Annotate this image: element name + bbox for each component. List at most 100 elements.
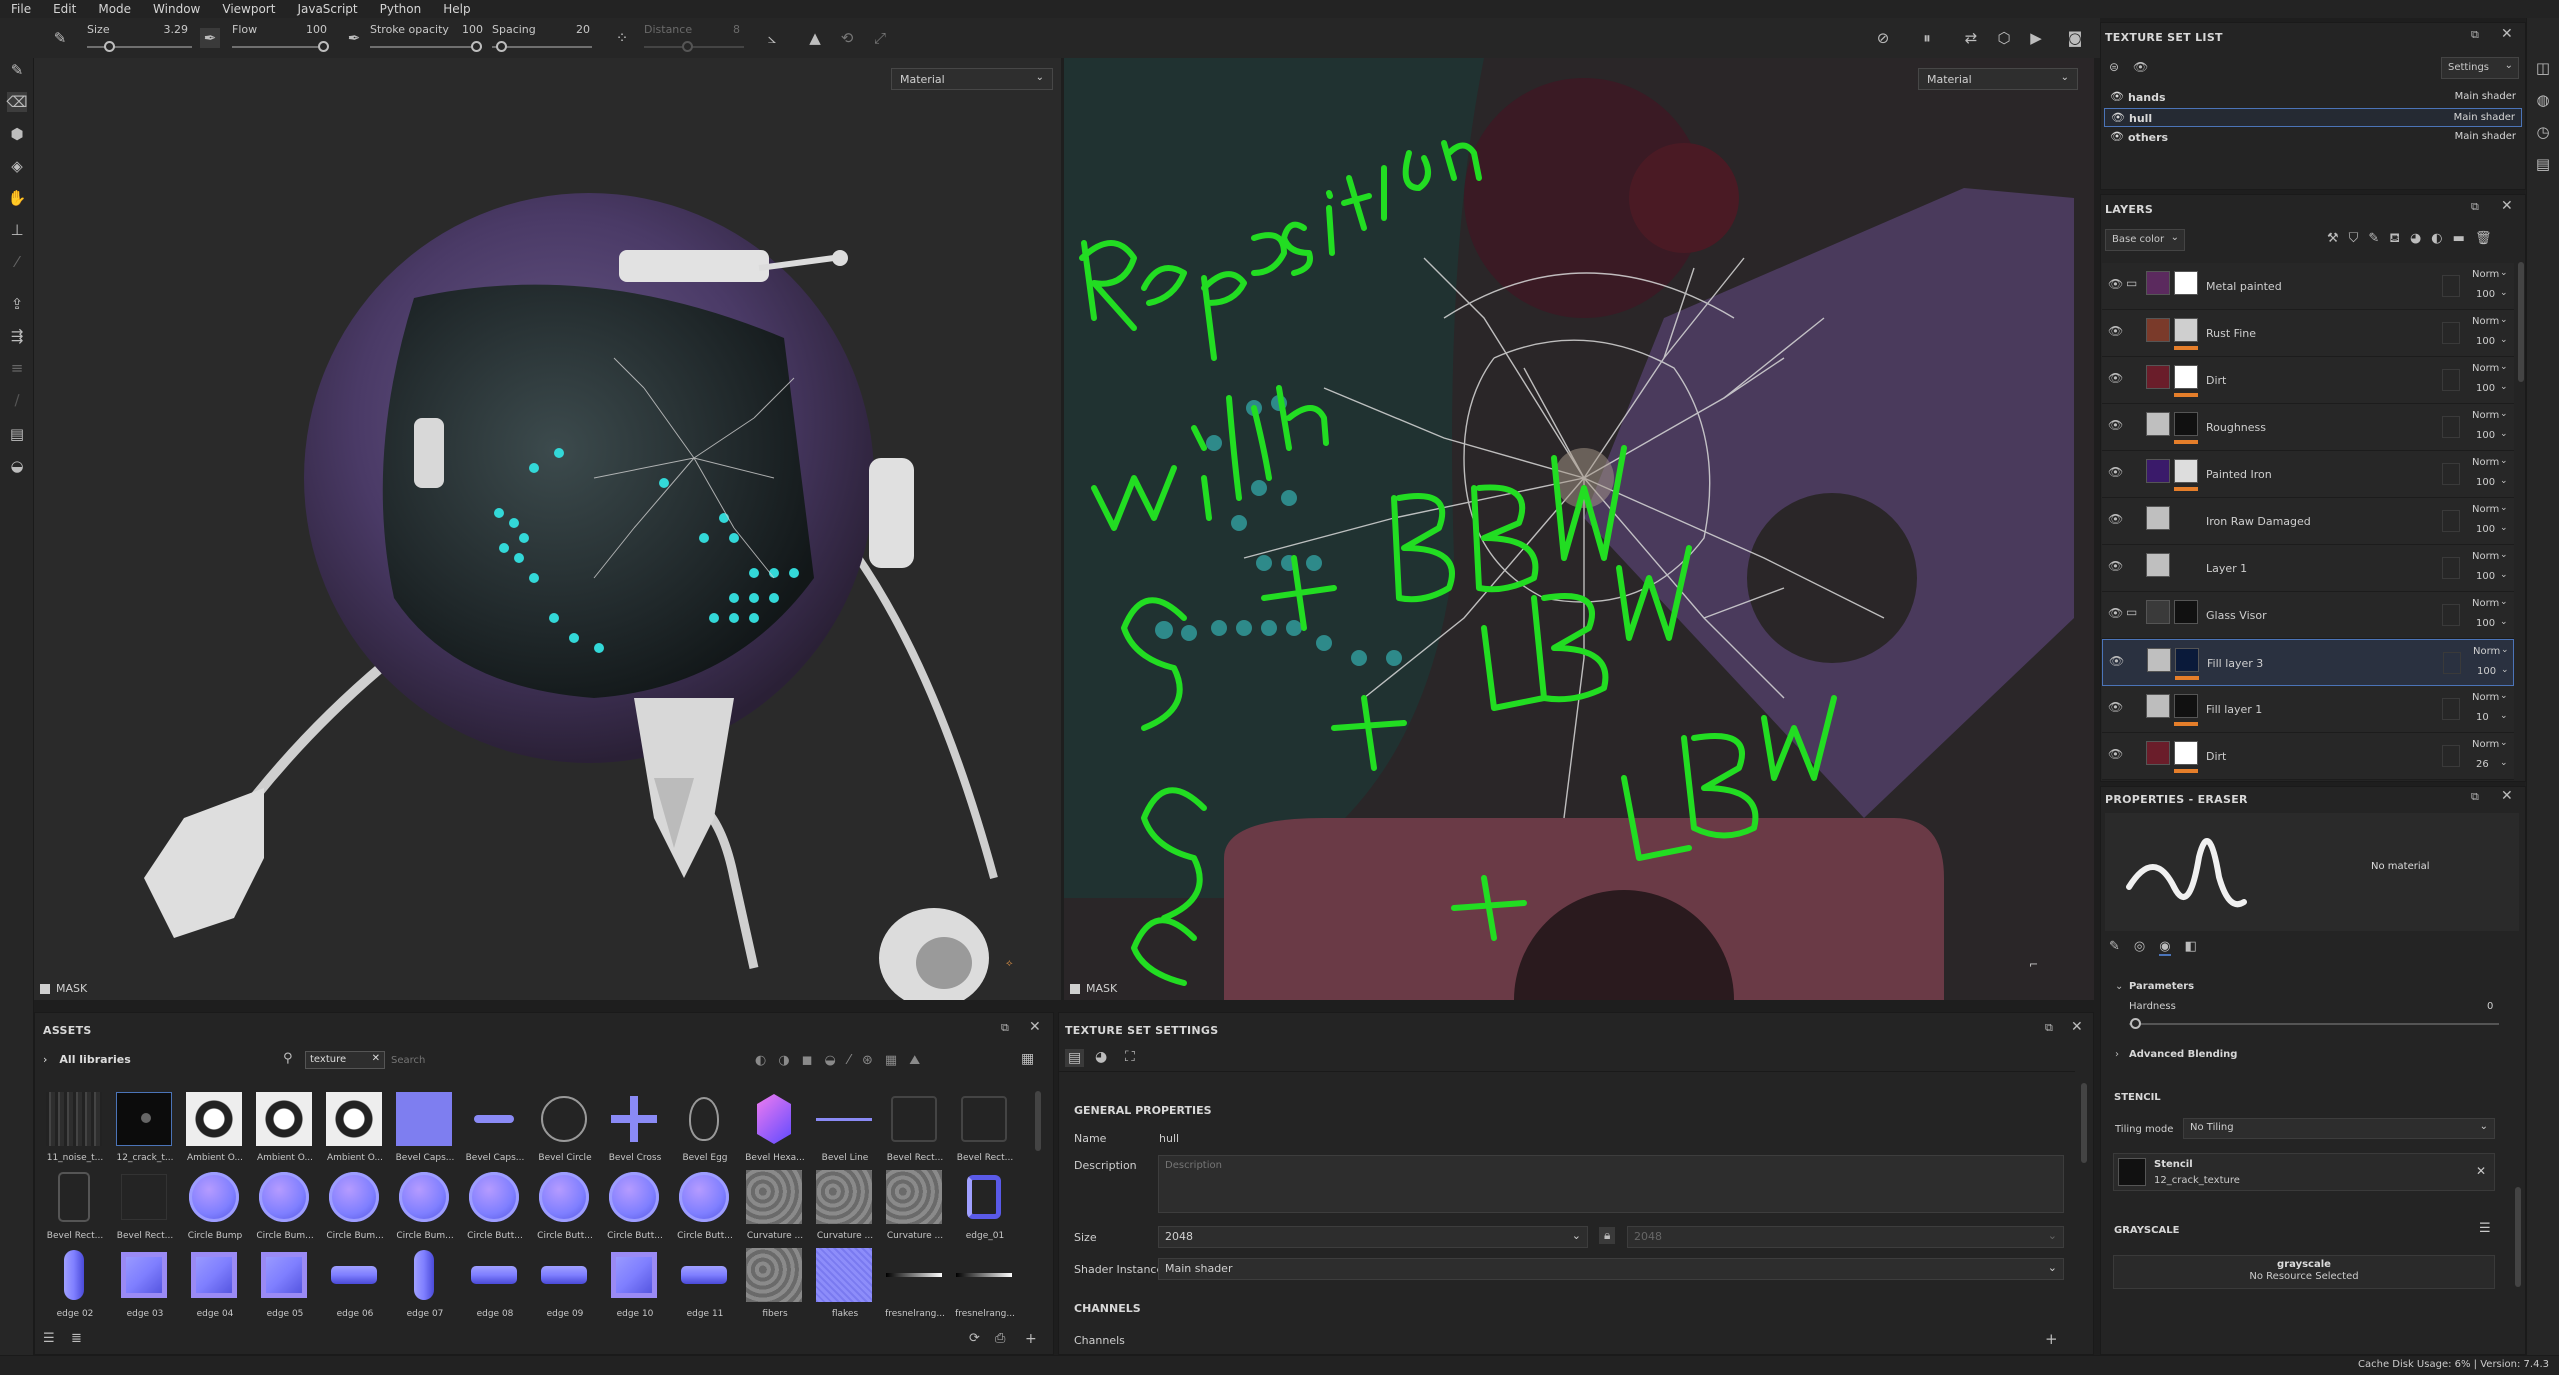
layer-mask-thumbnail[interactable] (2175, 648, 2199, 672)
layer-row[interactable]: 👁︎ Dirt Norm ⌄ 26 ⌄ (2102, 733, 2514, 780)
list-options-icon[interactable]: ☰ (43, 1331, 55, 1346)
grayscale-slot[interactable]: grayscale No Resource Selected (2113, 1255, 2495, 1289)
mask-checkbox-2d[interactable] (1070, 983, 1080, 994)
add-asset-icon[interactable]: + (1025, 1331, 1037, 1347)
cube-icon[interactable]: ⬡ (1994, 28, 2014, 48)
asset-item[interactable]: edge 02 (43, 1247, 103, 1323)
add-mask-icon[interactable]: ⛉ (2349, 231, 2359, 248)
alpha-tab-icon[interactable]: ◧ (2185, 939, 2197, 956)
layer-blend-mode[interactable]: Norm (2472, 410, 2499, 421)
chevron-right-icon[interactable]: › (2115, 1049, 2119, 1060)
eye-icon[interactable]: 👁︎ (2108, 371, 2123, 385)
add-folder-icon[interactable]: ▬ (2453, 231, 2465, 248)
layers-scrollbar[interactable] (2518, 262, 2524, 382)
layer-blend-mode[interactable]: Norm (2472, 457, 2499, 468)
asset-item[interactable]: Bevel Rect... (43, 1169, 103, 1245)
add-fill-effect-icon[interactable]: ◐ (2431, 231, 2442, 248)
description-input[interactable] (1158, 1155, 2064, 1213)
asset-item[interactable]: Bevel Circle (533, 1091, 593, 1167)
polygon-fill-icon[interactable]: ◈ (7, 156, 27, 176)
layer-opacity[interactable]: 26 (2476, 759, 2489, 770)
settings-tab-icon[interactable]: ▤ (1065, 1049, 1085, 1067)
bake-icon[interactable]: ⇪ (7, 294, 27, 314)
layer-row[interactable]: 👁︎ ▭ Glass Visor Norm ⌄ 100 ⌄ (2102, 592, 2514, 639)
clipboard-icon[interactable]: ▤ (7, 424, 27, 444)
layer-blend-preview[interactable] (2442, 510, 2460, 532)
menu-item-file[interactable]: File (0, 2, 42, 16)
menu-item-window[interactable]: Window (142, 2, 211, 16)
asset-item[interactable]: Bevel Caps... (393, 1091, 454, 1167)
menu-item-edit[interactable]: Edit (42, 2, 87, 16)
asset-item[interactable]: Curvature ... (883, 1169, 943, 1245)
texture-set-list-icon[interactable]: ◫ (2533, 58, 2553, 78)
layer-blend-preview[interactable] (2442, 698, 2460, 720)
eye-icon[interactable]: 👁︎ (2110, 90, 2124, 103)
grid-view-icon[interactable]: ▦ (1021, 1051, 1034, 1067)
asset-item[interactable]: fresnelrang... (883, 1247, 945, 1323)
eye-icon[interactable]: 👁︎ (2110, 130, 2124, 143)
screenshot-icon[interactable]: ◙ (2065, 28, 2085, 48)
flow-value[interactable]: 100 (305, 23, 327, 36)
layer-opacity[interactable]: 100 (2477, 666, 2496, 677)
mask-toggle-2d[interactable]: MASK (1070, 982, 1117, 995)
asset-item[interactable]: edge 11 (673, 1247, 733, 1323)
texture-set-settings-dropdown[interactable]: Settings ⌄ (2441, 57, 2519, 79)
brush-settings-icon[interactable]: ✎ (50, 28, 70, 48)
layer-opacity[interactable]: 100 (2476, 336, 2495, 347)
library-breadcrumb[interactable]: › All libraries (43, 1053, 131, 1066)
hardness-slider[interactable] (2129, 1023, 2499, 1025)
eye-icon[interactable]: 👁︎ (2108, 418, 2123, 432)
stroke-opacity-value[interactable]: 100 (455, 23, 483, 36)
clear-stencil-icon[interactable]: ✕ (2476, 1164, 2486, 1178)
collapse-icon[interactable]: ⌄ (2115, 981, 2123, 992)
stencil-tab-icon[interactable]: ◉ (2159, 939, 2171, 956)
layer-row[interactable]: 👁︎ Roughness Norm ⌄ 100 ⌄ (2102, 404, 2514, 451)
display-settings-icon[interactable]: ◍ (2533, 90, 2553, 110)
eye-icon[interactable]: 👁︎ (2111, 111, 2125, 124)
texture-filter-icon[interactable]: ▦ (885, 1053, 897, 1068)
distance-slider[interactable] (644, 46, 744, 48)
lazy-mouse-icon[interactable]: ⁘ (612, 28, 632, 48)
smudge-icon[interactable]: ✋ (7, 188, 27, 208)
smart-material-filter-icon[interactable]: ◑ (778, 1053, 789, 1068)
sort-icon[interactable]: ≣ (71, 1331, 82, 1346)
layer-blend-mode[interactable]: Norm (2472, 269, 2499, 280)
hardness-slider-handle[interactable] (2130, 1018, 2141, 1029)
menu-item-viewport[interactable]: Viewport (211, 2, 286, 16)
layer-blend-preview[interactable] (2442, 369, 2460, 391)
layer-blend-mode[interactable]: Norm (2472, 551, 2499, 562)
close-icon[interactable]: ✕ (1029, 1019, 1041, 1035)
geometry-decal-icon[interactable]: ⇶ (7, 326, 27, 346)
layer-opacity[interactable]: 100 (2476, 289, 2495, 300)
advanced-blending-title[interactable]: Advanced Blending (2129, 1049, 2237, 1060)
tiling-mode-select[interactable]: No Tiling ⌄ (2183, 1118, 2495, 1139)
layer-blend-preview[interactable] (2442, 322, 2460, 344)
asset-search-input[interactable] (391, 1051, 751, 1069)
layer-mask-thumbnail[interactable] (2174, 365, 2198, 389)
layer-row[interactable]: 👁︎ Layer 1 Norm ⌄ 100 ⌄ (2102, 545, 2514, 592)
asset-item[interactable]: Circle Bum... (323, 1169, 384, 1245)
asset-item[interactable]: 11_noise_t... (43, 1091, 103, 1167)
asset-item[interactable]: Bevel Hexa... (743, 1091, 805, 1167)
particle-filter-icon[interactable]: ⊛ (862, 1053, 873, 1068)
layer-mask-thumbnail[interactable] (2174, 412, 2198, 436)
layer-blend-mode[interactable]: Norm (2473, 646, 2500, 657)
folder-icon[interactable]: ▭ (2126, 276, 2137, 290)
2d-viewport[interactable]: Material ⌄ MASK ⌐ (1064, 58, 2094, 1000)
layer-mask-thumbnail[interactable] (2174, 741, 2198, 765)
asset-item[interactable]: Circle Butt... (673, 1169, 733, 1245)
size-value[interactable]: 3.29 (160, 23, 189, 36)
asset-item[interactable]: edge 10 (603, 1247, 663, 1323)
refresh-icon[interactable]: ⟳ (969, 1331, 980, 1346)
layer-blend-mode[interactable]: Norm (2472, 504, 2499, 515)
asset-item[interactable]: Bevel Cross (603, 1091, 663, 1167)
asset-scrollbar[interactable] (1035, 1091, 1041, 1151)
pen-pressure-icon[interactable]: ✒ (200, 28, 220, 48)
spacing-value[interactable]: 20 (570, 23, 590, 36)
add-effect-icon[interactable]: ⚒ (2327, 231, 2339, 248)
layer-blend-preview[interactable] (2442, 275, 2460, 297)
geometry-tab-icon[interactable]: ⛶ (1125, 1049, 1135, 1065)
log-icon[interactable]: ▤ (2533, 154, 2553, 174)
settings-scrollbar[interactable] (2081, 1083, 2087, 1163)
color-picker-icon[interactable]: ⁄ (7, 252, 27, 272)
